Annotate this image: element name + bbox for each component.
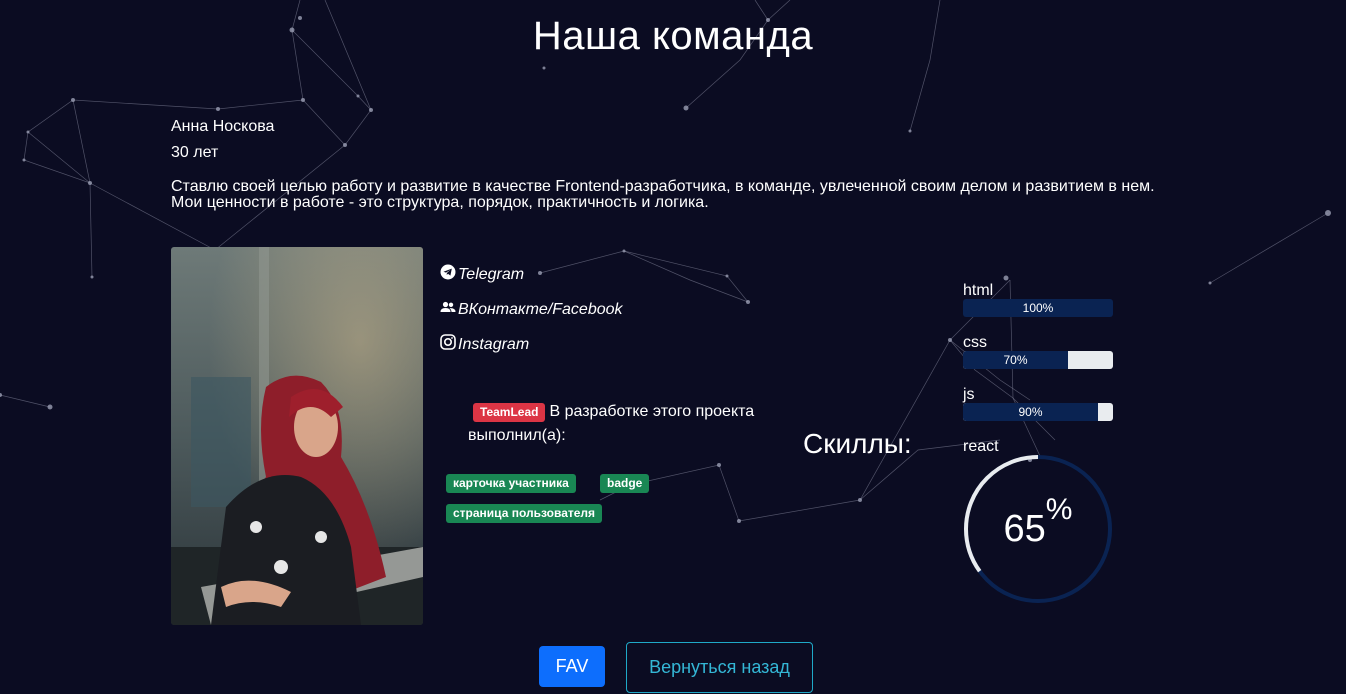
skill-label-css: css xyxy=(963,334,987,351)
fav-button[interactable]: FAV xyxy=(539,646,605,687)
telegram-icon xyxy=(440,264,456,285)
member-bio: Ставлю своей целью работу и развитие в к… xyxy=(171,178,1155,211)
skill-bar-js: 90% xyxy=(963,403,1113,421)
page-title: Наша команда xyxy=(532,14,814,58)
task-badge: карточка участника xyxy=(446,474,576,493)
skill-bar-fill: 90% xyxy=(963,403,1098,421)
task-badge: badge xyxy=(600,474,650,493)
react-progress-value: 65% xyxy=(962,453,1114,605)
instagram-label: Instagram xyxy=(458,335,530,353)
telegram-label: Telegram xyxy=(458,265,525,283)
skills-title: Скиллы: xyxy=(803,428,912,459)
skill-bar-fill: 70% xyxy=(963,351,1068,369)
skill-bar-html: 100% xyxy=(963,299,1113,317)
member-name: Анна Носкова xyxy=(171,118,275,135)
vk-facebook-label: ВКонтакте/Facebook xyxy=(458,300,623,318)
react-progress-percent-sign: % xyxy=(1045,493,1073,526)
task-badge: страница пользователя xyxy=(446,504,603,523)
teamlead-badge: TeamLead xyxy=(473,403,546,422)
skill-bar-css: 70% xyxy=(963,351,1113,369)
instagram-link[interactable]: Instagram xyxy=(440,334,529,355)
react-progress-number: 65 xyxy=(1003,507,1046,550)
instagram-icon xyxy=(440,334,456,355)
skill-label-html: html xyxy=(963,282,994,299)
users-icon xyxy=(440,299,456,320)
vk-facebook-link[interactable]: ВКонтакте/Facebook xyxy=(440,299,623,320)
back-button[interactable]: Вернуться назад xyxy=(626,642,813,693)
skill-bar-fill: 100% xyxy=(963,299,1113,317)
skill-label-js: js xyxy=(963,386,975,403)
telegram-link[interactable]: Telegram xyxy=(440,264,524,285)
member-age: 30 лет xyxy=(171,144,219,161)
role-description: TeamLead В разработке этого проекта выпол… xyxy=(468,400,758,448)
member-photo xyxy=(171,247,423,625)
